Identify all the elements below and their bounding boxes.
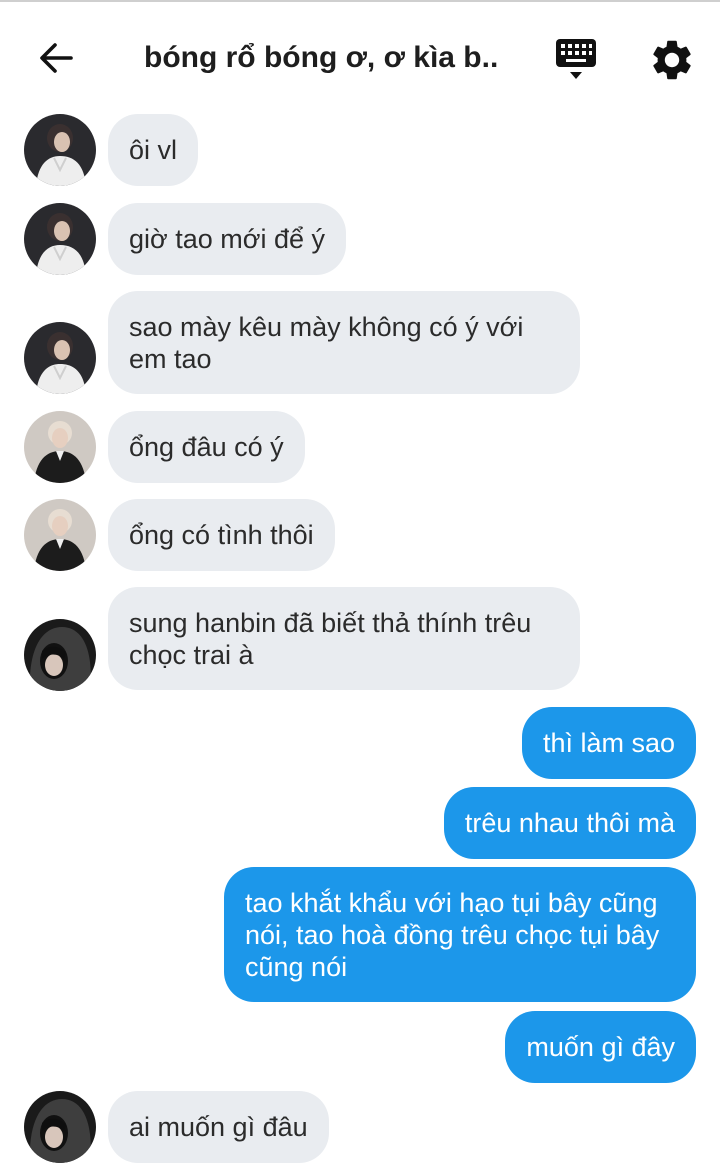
incoming-message-bubble[interactable]: ổng đâu có ý — [108, 411, 305, 483]
message-text: sao mày kêu mày không có ý với em tao — [129, 312, 524, 374]
incoming-message-bubble[interactable]: ổng có tình thôi — [108, 499, 335, 571]
settings-button[interactable] — [648, 36, 696, 84]
avatar[interactable] — [24, 203, 96, 275]
avatar-white-shirt-image — [24, 322, 96, 394]
avatar[interactable] — [24, 114, 96, 186]
keyboard-button[interactable] — [552, 36, 600, 84]
avatar-white-shirt-image — [24, 203, 96, 275]
incoming-message-bubble[interactable]: ai muốn gì đâu — [108, 1091, 329, 1163]
gear-icon — [653, 40, 691, 80]
message-text: giờ tao mới để ý — [129, 224, 325, 254]
message-text: sung hanbin đã biết thả thính trêu chọc … — [129, 608, 532, 670]
conversation-title[interactable]: bóng rổ bóng ơ, ơ kìa b... — [144, 38, 500, 78]
outgoing-message-bubble[interactable]: tao khắt khẩu với hạo tụi bây cũng nói, … — [224, 867, 696, 1002]
avatar[interactable] — [24, 322, 96, 394]
avatar-blonde-black-jacket-image — [24, 499, 96, 571]
message-text: ổng đâu có ý — [129, 432, 284, 462]
avatar[interactable] — [24, 619, 96, 691]
back-button[interactable] — [28, 34, 84, 82]
avatar-blonde-black-jacket-image — [24, 411, 96, 483]
avatar[interactable] — [24, 411, 96, 483]
incoming-message-bubble[interactable]: sao mày kêu mày không có ý với em tao — [108, 291, 580, 394]
message-text: ôi vl — [129, 135, 178, 165]
message-text: thì làm sao — [542, 728, 675, 758]
arrow-left-icon — [40, 43, 73, 73]
chat-header: bóng rổ bóng ơ, ơ kìa b... — [0, 2, 720, 100]
outgoing-message-bubble[interactable]: muốn gì đây — [505, 1011, 696, 1083]
keyboard-icon — [556, 39, 596, 79]
message-text: ai muốn gì đâu — [129, 1112, 308, 1142]
message-text: trêu nhau thôi mà — [464, 808, 675, 838]
outgoing-message-bubble[interactable]: thì làm sao — [521, 707, 696, 779]
incoming-message-bubble[interactable]: sung hanbin đã biết thả thính trêu chọc … — [108, 587, 580, 690]
avatar[interactable] — [24, 1091, 96, 1163]
avatar-hooded-image — [24, 619, 96, 691]
avatar-white-shirt-image — [24, 114, 96, 186]
message-text: tao khắt khẩu với hạo tụi bây cũng nói, … — [245, 888, 660, 982]
incoming-message-bubble[interactable]: ôi vl — [108, 114, 199, 186]
message-text: muốn gì đây — [526, 1032, 675, 1062]
avatar-hooded-image — [24, 1091, 96, 1163]
outgoing-message-bubble[interactable]: trêu nhau thôi mà — [443, 787, 696, 859]
incoming-message-bubble[interactable]: giờ tao mới để ý — [108, 203, 346, 275]
avatar[interactable] — [24, 499, 96, 571]
message-text: ổng có tình thôi — [129, 520, 314, 550]
